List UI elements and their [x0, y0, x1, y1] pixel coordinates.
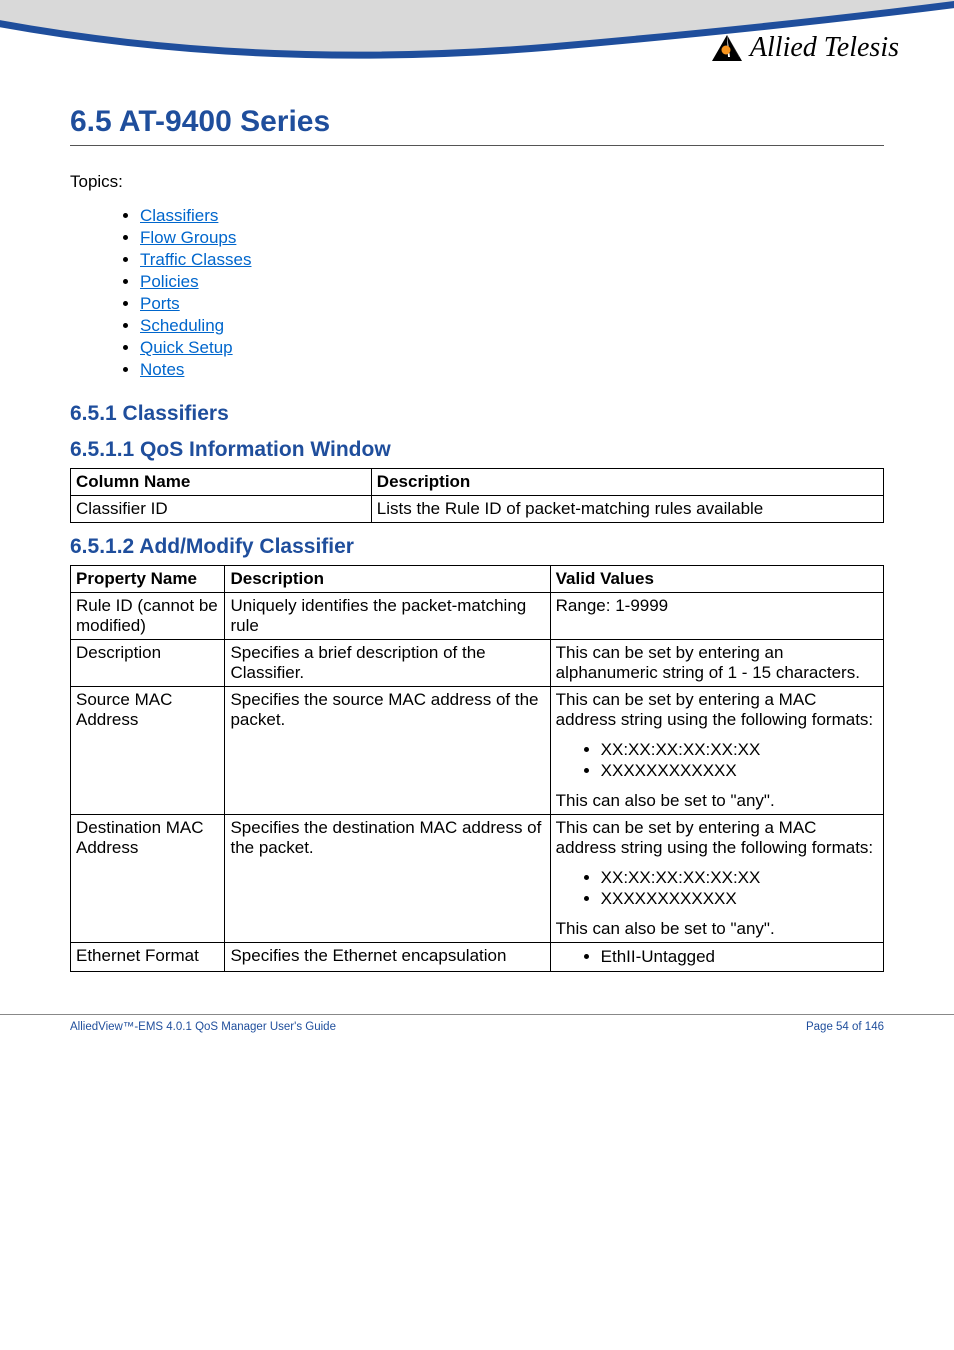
list-item: Classifiers — [140, 206, 884, 226]
topics-label: Topics: — [70, 172, 884, 192]
topic-link-notes[interactable]: Notes — [140, 360, 184, 379]
table-cell: This can be set by entering a MAC addres… — [550, 687, 883, 815]
table-row: Description Specifies a brief descriptio… — [71, 640, 884, 687]
topic-link-flow-groups[interactable]: Flow Groups — [140, 228, 236, 247]
topic-link-policies[interactable]: Policies — [140, 272, 199, 291]
footer-right: Page 54 of 146 — [806, 1021, 884, 1033]
table-cell: Ethernet Format — [71, 943, 225, 972]
cell-bullets: XX:XX:XX:XX:XX:XX XXXXXXXXXXXX — [556, 740, 878, 781]
table-cell: Lists the Rule ID of packet-matching rul… — [371, 496, 883, 523]
topic-link-classifiers[interactable]: Classifiers — [140, 206, 218, 225]
add-modify-heading: 6.5.1.2 Add/Modify Classifier — [70, 535, 884, 559]
table-cell: This can be set by entering an alphanume… — [550, 640, 883, 687]
cell-text: This can be set by entering a MAC addres… — [556, 818, 878, 858]
table-cell: Destination MAC Address — [71, 815, 225, 943]
brand-logo: Allied Telesis — [712, 32, 899, 64]
list-item: Notes — [140, 360, 884, 380]
table-cell: Specifies the source MAC address of the … — [225, 687, 550, 815]
table-cell: Description — [71, 640, 225, 687]
table-row: Rule ID (cannot be modified) Uniquely id… — [71, 593, 884, 640]
cell-text: This can also be set to "any". — [556, 791, 878, 811]
list-item: Quick Setup — [140, 338, 884, 358]
cell-bullets: EthII-Untagged — [556, 947, 878, 967]
table-header: Column Name — [71, 469, 372, 496]
qos-window-table: Column Name Description Classifier ID Li… — [70, 468, 884, 523]
table-header: Description — [225, 566, 550, 593]
list-item: XX:XX:XX:XX:XX:XX — [601, 740, 878, 760]
list-item: XXXXXXXXXXXX — [601, 889, 878, 909]
list-item: Traffic Classes — [140, 250, 884, 270]
table-header: Valid Values — [550, 566, 883, 593]
topic-link-traffic-classes[interactable]: Traffic Classes — [140, 250, 251, 269]
table-header: Property Name — [71, 566, 225, 593]
table-cell: This can be set by entering a MAC addres… — [550, 815, 883, 943]
list-item: Ports — [140, 294, 884, 314]
table-row: Source MAC Address Specifies the source … — [71, 687, 884, 815]
add-modify-table: Property Name Description Valid Values R… — [70, 565, 884, 972]
table-header: Description — [371, 469, 883, 496]
page-footer: AlliedView™-EMS 4.0.1 QoS Manager User's… — [0, 1014, 954, 1051]
table-row: Classifier ID Lists the Rule ID of packe… — [71, 496, 884, 523]
table-cell: Specifies a brief description of the Cla… — [225, 640, 550, 687]
qos-window-heading: 6.5.1.1 QoS Information Window — [70, 438, 884, 462]
table-cell: Source MAC Address — [71, 687, 225, 815]
topic-link-ports[interactable]: Ports — [140, 294, 180, 313]
table-row: Ethernet Format Specifies the Ethernet e… — [71, 943, 884, 972]
page-content: 6.5 AT-9400 Series Topics: Classifiers F… — [0, 105, 954, 1014]
logo-triangle-icon — [712, 35, 742, 61]
title-rule — [70, 145, 884, 146]
table-row: Destination MAC Address Specifies the de… — [71, 815, 884, 943]
list-item: Policies — [140, 272, 884, 292]
table-cell: Specifies the destination MAC address of… — [225, 815, 550, 943]
list-item: Scheduling — [140, 316, 884, 336]
table-cell: Classifier ID — [71, 496, 372, 523]
table-cell: EthII-Untagged — [550, 943, 883, 972]
cell-text: This can be set by entering a MAC addres… — [556, 690, 878, 730]
list-item: EthII-Untagged — [601, 947, 878, 967]
footer-left: AlliedView™-EMS 4.0.1 QoS Manager User's… — [70, 1021, 336, 1033]
table-cell: Specifies the Ethernet encapsulation — [225, 943, 550, 972]
table-cell: Rule ID (cannot be modified) — [71, 593, 225, 640]
cell-text: This can also be set to "any". — [556, 919, 878, 939]
table-cell: Range: 1-9999 — [550, 593, 883, 640]
list-item: XXXXXXXXXXXX — [601, 761, 878, 781]
topic-link-quick-setup[interactable]: Quick Setup — [140, 338, 233, 357]
table-cell: Uniquely identifies the packet-matching … — [225, 593, 550, 640]
list-item: Flow Groups — [140, 228, 884, 248]
list-item: XX:XX:XX:XX:XX:XX — [601, 868, 878, 888]
topics-list: Classifiers Flow Groups Traffic Classes … — [70, 206, 884, 380]
brand-name: Allied Telesis — [750, 32, 899, 64]
cell-bullets: XX:XX:XX:XX:XX:XX XXXXXXXXXXXX — [556, 868, 878, 909]
classifiers-heading: 6.5.1 Classifiers — [70, 402, 884, 426]
header-swoosh: Allied Telesis — [0, 0, 954, 95]
topic-link-scheduling[interactable]: Scheduling — [140, 316, 224, 335]
section-title: 6.5 AT-9400 Series — [70, 105, 884, 139]
